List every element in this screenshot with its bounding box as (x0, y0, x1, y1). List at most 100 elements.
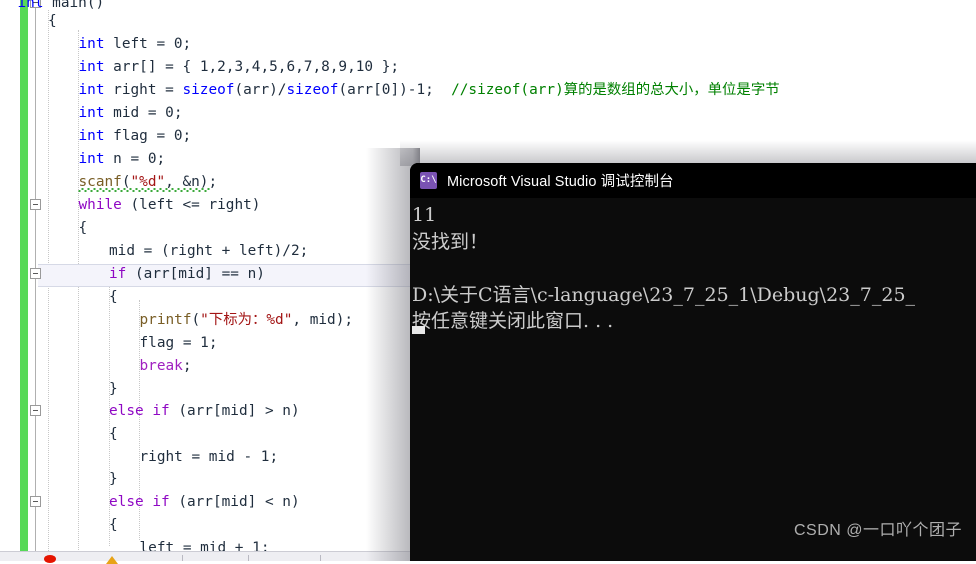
code-token: (arr[ (338, 82, 382, 98)
code-token: (arr[mid] > n) (169, 403, 300, 419)
code-line: else if (arr[mid] < n) (109, 491, 300, 514)
code-token: mid = (104, 105, 166, 121)
code-token: { (109, 426, 118, 442)
code-line: mid = (right + left)/2; (109, 240, 308, 263)
code-token: 1 (416, 82, 426, 98)
code-line: int arr[] = { 1,2,3,4,5,6,7,8,9,10 }; (79, 56, 400, 79)
csdn-watermark: CSDN @一口吖个团子 (793, 522, 962, 539)
code-token: (arr[mid] == n) (126, 266, 265, 282)
code-line: int main() (18, 0, 105, 15)
code-token: sizeof (286, 82, 339, 98)
error-squiggle (78, 188, 210, 192)
code-line: int left = 0; (79, 33, 192, 56)
code-token: int (78, 151, 105, 167)
code-token: { (109, 517, 118, 533)
code-token: main (52, 0, 87, 11)
code-token: ; (182, 128, 192, 144)
code-line: if (arr[mid] == n) (109, 263, 265, 286)
code-token: ; (269, 449, 279, 465)
code-token: , mid); (292, 312, 354, 328)
console-title-bar[interactable]: C:\ Microsoft Visual Studio 调试控制台 (410, 163, 976, 198)
code-token: break (139, 358, 183, 374)
code-token: ; (425, 82, 452, 98)
code-line: { (109, 514, 118, 537)
console-output-line: 11 (412, 204, 437, 226)
code-line: flag = 1; (140, 332, 218, 355)
code-token: left = (104, 36, 174, 52)
console-app-icon: C:\ (420, 172, 437, 189)
code-token: } (109, 471, 118, 487)
code-token: if (109, 266, 127, 282)
code-line: { (109, 423, 118, 446)
code-token: { (48, 13, 57, 29)
panel-divider-1 (182, 555, 183, 561)
code-token: "下标为：%d" (200, 312, 293, 328)
code-line: right = mid - 1; (140, 446, 279, 469)
console-window-title: Microsoft Visual Studio 调试控制台 (447, 174, 674, 190)
code-token: ; (156, 151, 166, 167)
code-token: int (78, 128, 105, 144)
code-token: 1,2,3,4,5,6,7,8,9,10 (199, 59, 374, 75)
code-token: () (86, 0, 105, 11)
code-token: int (78, 105, 105, 121)
console-output-line: D:\关于C语言\c-language\23_7_25_1\Debug\23_7… (412, 283, 916, 306)
code-line: int n = 0; (79, 148, 166, 171)
code-token: mid = (right + left)/ (109, 243, 291, 259)
code-token: int (78, 82, 105, 98)
warning-icon (106, 556, 118, 564)
code-token: int (17, 0, 53, 11)
panel-divider-2 (248, 555, 249, 561)
code-token: ; (208, 335, 218, 351)
code-token: while (78, 197, 122, 213)
console-output-line: 按任意键关闭此窗口. . . (412, 310, 614, 332)
code-token: 2 (290, 243, 300, 259)
console-output-line: 没找到！ (412, 230, 489, 253)
code-line: { (48, 10, 57, 33)
panel-divider-3 (320, 555, 321, 561)
code-token: 0 (147, 151, 157, 167)
code-token: sizeof (182, 82, 235, 98)
code-line: while (left <= right) (79, 194, 261, 217)
console-text-cursor (412, 326, 425, 334)
code-line: break; (140, 355, 192, 378)
error-icon (44, 555, 56, 563)
code-line: printf("下标为：%d", mid); (140, 309, 354, 332)
code-token: ( (191, 312, 201, 328)
code-token: { (78, 220, 88, 236)
code-token: arr[] = { (104, 59, 200, 75)
code-line: { (109, 286, 118, 309)
code-token: 1 (200, 335, 209, 351)
code-token: else if (109, 494, 170, 510)
code-token: (left <= right) (121, 197, 261, 213)
code-token: } (109, 381, 118, 397)
code-token: //sizeof(arr)算的是数组的总大小，单位是字节 (451, 82, 780, 98)
code-line: } (109, 468, 118, 491)
code-line: int right = sizeof(arr)/sizeof(arr[0])-1… (79, 79, 780, 102)
debug-console-window[interactable]: C:\ Microsoft Visual Studio 调试控制台 11 没找到！… (410, 163, 976, 561)
console-output: 11 没找到！ D:\关于C语言\c-language\23_7_25_1\Deb… (410, 198, 976, 335)
code-token: (arr[mid] < n) (169, 494, 300, 510)
code-line: } (109, 378, 118, 401)
code-token: flag = (104, 128, 174, 144)
code-line: { (79, 217, 88, 240)
code-token: ; (182, 36, 192, 52)
code-token: { (109, 289, 118, 305)
code-token: ])- (390, 82, 417, 98)
code-token: int (78, 36, 105, 52)
code-token: printf (139, 312, 192, 328)
code-token: else if (109, 403, 170, 419)
code-token: ; (182, 358, 192, 374)
code-token: ; (173, 105, 183, 121)
code-token: right = (104, 82, 183, 98)
code-token: n = (104, 151, 148, 167)
code-token: (arr)/ (234, 82, 287, 98)
code-token: ; (299, 243, 309, 259)
code-line: int mid = 0; (79, 102, 183, 125)
code-line: int flag = 0; (79, 125, 192, 148)
code-token: }; (373, 59, 400, 75)
code-token: right = mid - (139, 449, 261, 465)
code-token: flag = (139, 335, 201, 351)
code-token: int (78, 59, 105, 75)
code-line: else if (arr[mid] > n) (109, 400, 300, 423)
